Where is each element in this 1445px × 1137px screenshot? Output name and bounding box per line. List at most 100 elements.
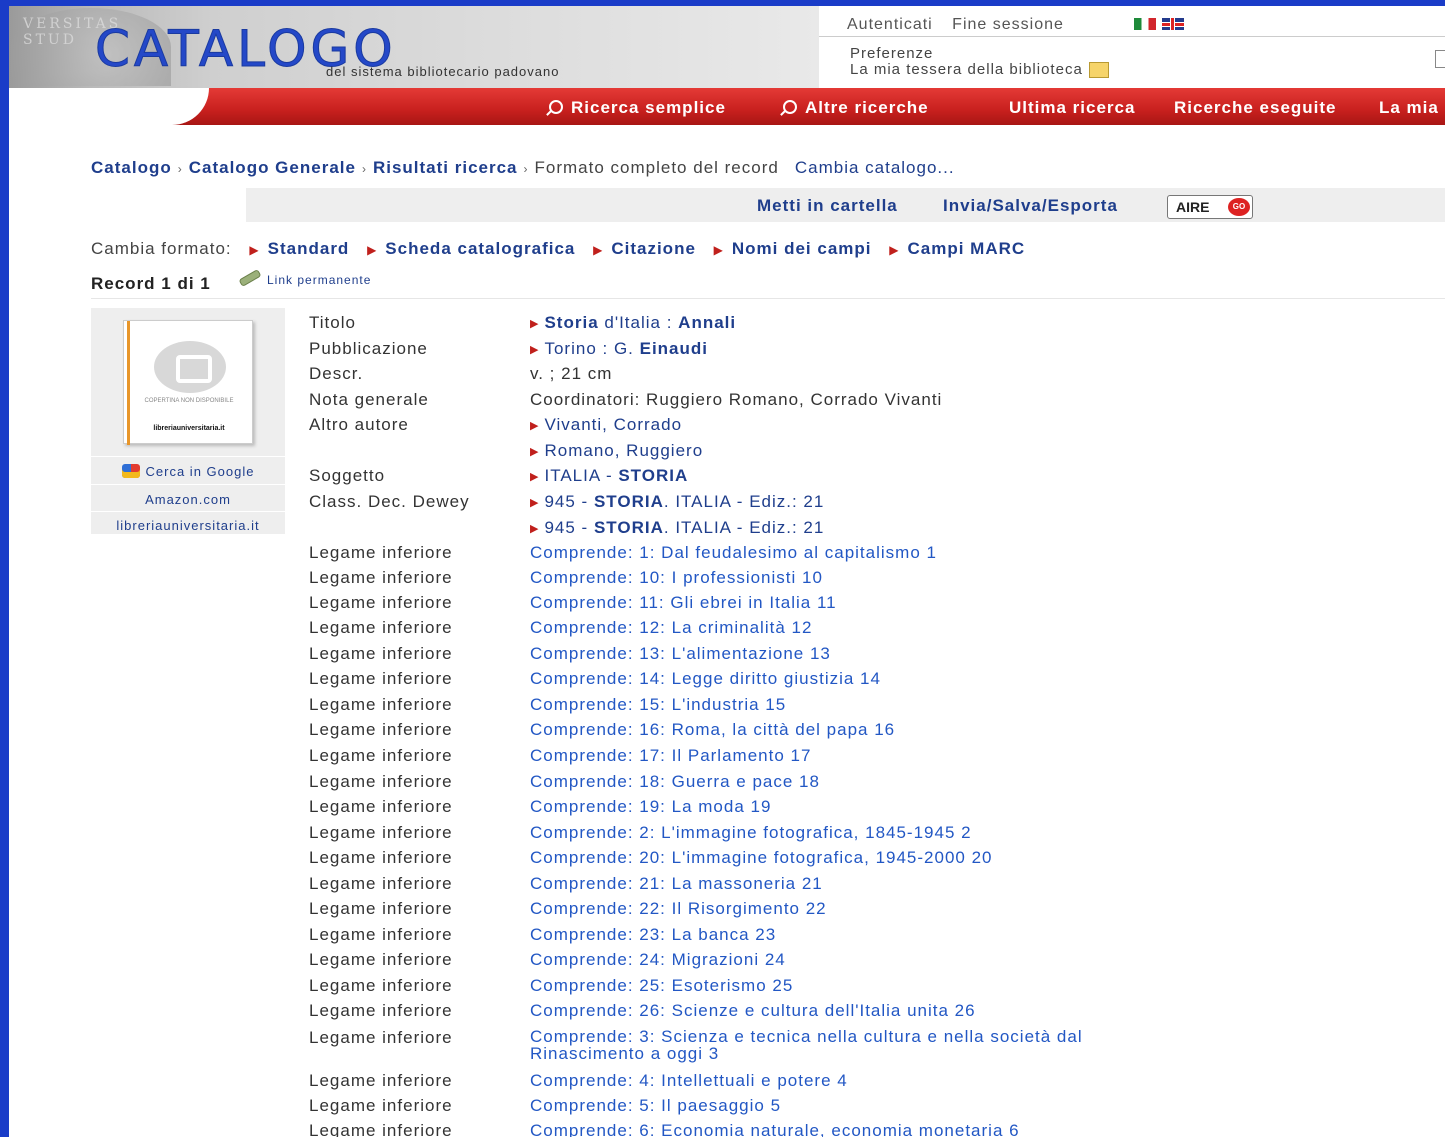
google-icon [121,464,140,478]
breadcrumb-risultati[interactable]: Risultati ricerca [373,158,518,177]
breadcrumb-catalogo[interactable]: Catalogo [91,158,172,177]
nav-other-searches[interactable]: Altre ricerche [783,98,929,118]
permalink[interactable]: Link permanente [238,269,372,287]
link-label: Legame inferiore [309,976,453,995]
linked-record-link[interactable]: Comprende: 12: La criminalità 12 [530,618,812,638]
linked-record-link[interactable]: Comprende: 3: Scienza e tecnica nella cu… [530,1028,1170,1062]
card-icon[interactable] [1088,62,1109,79]
google-search-link[interactable]: Cerca in Google [91,464,285,479]
linked-record-link[interactable]: Comprende: 22: Il Risorgimento 22 [530,899,827,919]
italian-flag-icon[interactable] [1134,18,1156,30]
change-catalog-link[interactable]: Cambia catalogo... [795,158,955,177]
dewey-part: . ITALIA - Ediz.: 21 [663,518,825,537]
link-label: Legame inferiore [309,899,453,918]
linked-record-link[interactable]: Comprende: 13: L'alimentazione 13 [530,644,831,664]
field-label: Pubblicazione [309,339,428,358]
field-value[interactable]: ▶ ITALIA - STORIA [530,466,688,486]
format-scheda[interactable]: Scheda catalografica [385,239,575,258]
field-value[interactable]: ▶ Romano, Ruggiero [530,441,703,461]
cover-brand: libreriauniversitaria.it [153,425,225,432]
field-value[interactable]: ▶ Vivanti, Corrado [530,415,682,435]
format-nomi-campi[interactable]: Nomi dei campi [732,239,872,258]
nav-curve [9,88,209,125]
field-value[interactable]: ▶ Torino : G. Einaudi [530,339,708,359]
breadcrumb-current: Formato completo del record [534,158,779,177]
triangle-icon: ▶ [530,344,540,356]
triangle-icon: ▶ [530,446,540,458]
link-label: Legame inferiore [309,874,453,893]
aire-button[interactable]: AIRE GO [1167,195,1253,219]
linked-record-link[interactable]: Comprende: 10: I professionisti 10 [530,568,823,588]
nav-history[interactable]: Ricerche eseguite [1174,98,1337,118]
edit-icon[interactable] [1435,50,1445,68]
format-standard[interactable]: Standard [268,239,350,258]
linked-record-link[interactable]: Comprende: 14: Legge diritto giustizia 1… [530,669,881,689]
divider [91,456,285,457]
linked-record-link[interactable]: Comprende: 26: Scienze e cultura dell'It… [530,1001,976,1021]
permalink-label: Link permanente [267,273,372,287]
linked-record-link[interactable]: Comprende: 24: Migrazioni 24 [530,950,786,970]
breadcrumb-catalogo-generale[interactable]: Catalogo Generale [189,158,356,177]
publisher-part: Torino : G. [544,339,640,358]
field-label: Class. Dec. Dewey [309,492,470,511]
subject-part: STORIA [618,466,689,485]
link-label: Legame inferiore [309,746,453,765]
logout-link[interactable]: Fine sessione [952,16,1064,33]
link-label: Legame inferiore [309,695,453,714]
linked-record-link[interactable]: Comprende: 21: La massoneria 21 [530,874,823,894]
linked-record-link[interactable]: Comprende: 16: Roma, la città del papa 1… [530,720,895,740]
book-cover[interactable]: COPERTINA NON DISPONIBILE libreriauniver… [123,320,253,445]
field-value[interactable]: ▶ Storia d'Italia : Annali [530,313,736,333]
add-to-folder-button[interactable]: Metti in cartella [757,196,898,216]
libreria-link[interactable]: libreriauniversitaria.it [91,518,285,533]
preferences-link[interactable]: Preferenze [850,46,1109,62]
field-value[interactable]: ▶ 945 - STORIA. ITALIA - Ediz.: 21 [530,518,824,538]
dewey-part: 945 - [544,518,594,537]
export-button[interactable]: Invia/Salva/Esporta [943,196,1118,216]
field-label: Titolo [309,313,356,332]
linked-record-link[interactable]: Comprende: 6: Economia naturale, economi… [530,1121,1020,1137]
triangle-icon: ▶ [530,523,540,535]
english-flag-icon[interactable] [1162,18,1184,30]
linked-record-link[interactable]: Comprende: 1: Dal feudalesimo al capital… [530,543,937,563]
linked-record-link[interactable]: Comprende: 5: Il paesaggio 5 [530,1096,781,1116]
google-search-label: Cerca in Google [145,464,255,479]
linked-record-link[interactable]: Comprende: 4: Intellettuali e potere 4 [530,1071,848,1091]
linked-record-link[interactable]: Comprende: 18: Guerra e pace 18 [530,772,820,792]
linked-record-link[interactable]: Comprende: 19: La moda 19 [530,797,771,817]
link-label: Legame inferiore [309,593,453,612]
field-label: Altro autore [309,415,409,434]
format-switcher: Cambia formato: ▶ Standard ▶ Scheda catalo… [91,239,1025,259]
field-label: Soggetto [309,466,386,485]
linked-record-link[interactable]: Comprende: 17: Il Parlamento 17 [530,746,811,766]
triangle-icon: ▶ [367,243,378,257]
user-area: Autenticati Fine sessione Preferenze La … [819,6,1445,88]
field-value[interactable]: ▶ 945 - STORIA. ITALIA - Ediz.: 21 [530,492,824,512]
nav-last-search[interactable]: Ultima ricerca [1009,98,1135,118]
logo-banner: VERSITAS STUD CATALOGO del sistema bibli… [9,6,819,88]
field-value: v. ; 21 cm [530,364,613,383]
dewey-part: STORIA [593,492,664,511]
triangle-icon: ▶ [530,420,540,432]
breadcrumb-separator: › [177,162,183,176]
linked-record-link[interactable]: Comprende: 11: Gli ebrei in Italia 11 [530,593,837,613]
linked-record-link[interactable]: Comprende: 20: L'immagine fotografica, 1… [530,848,993,868]
linked-record-link[interactable]: Comprende: 2: L'immagine fotografica, 18… [530,823,972,843]
format-citazione[interactable]: Citazione [611,239,696,258]
breadcrumb-separator: › [361,162,367,176]
nav-label: Altre ricerche [805,98,929,117]
format-marc[interactable]: Campi MARC [907,239,1025,258]
linked-record-link[interactable]: Comprende: 15: L'industria 15 [530,695,786,715]
field-value: Coordinatori: Ruggiero Romano, Corrado V… [530,390,943,409]
search-icon [783,100,797,114]
linked-record-link[interactable]: Comprende: 23: La banca 23 [530,925,776,945]
pin-icon [238,269,262,287]
amazon-link[interactable]: Amazon.com [91,492,285,507]
nav-my-area[interactable]: La mia [1379,98,1439,118]
linked-record-link[interactable]: Comprende: 25: Esoterismo 25 [530,976,793,996]
format-label: Cambia formato: [91,239,232,258]
login-link[interactable]: Autenticati [847,16,933,33]
nav-simple-search[interactable]: Ricerca semplice [549,98,726,118]
library-card-link[interactable]: La mia tessera della biblioteca [850,61,1083,78]
link-label: Legame inferiore [309,925,453,944]
